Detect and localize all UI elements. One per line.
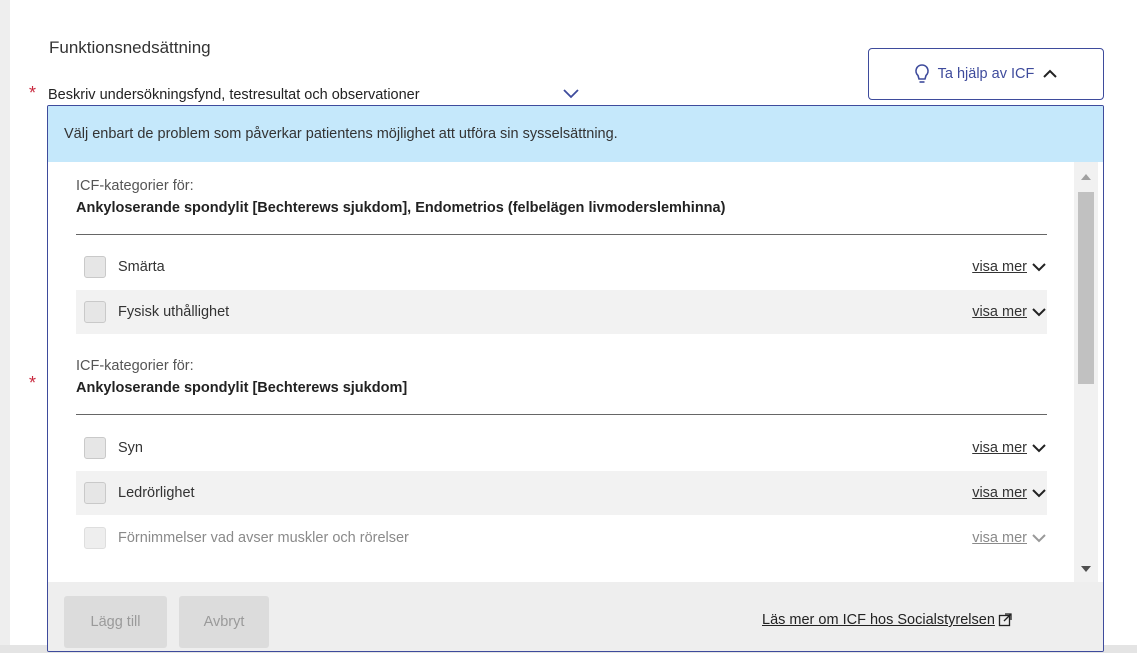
question-label: Beskriv undersökningsfynd, testresultat …	[48, 87, 420, 103]
category-label: Smärta	[118, 259, 165, 275]
category-label: Fysisk uthållighet	[118, 304, 230, 320]
group-diagnoses: Ankyloserande spondylit [Bechterews sjuk…	[76, 200, 726, 216]
chevron-down-icon	[1032, 263, 1046, 272]
show-more-toggle[interactable]: visa mer	[972, 485, 1047, 501]
category-row: Ledrörlighet visa mer	[76, 471, 1047, 515]
category-row: Fysisk uthållighet visa mer	[76, 290, 1047, 334]
scrollbar-thumb[interactable]	[1078, 192, 1094, 384]
show-more-toggle[interactable]: visa mer	[972, 440, 1047, 456]
category-checkbox[interactable]	[84, 527, 106, 549]
icf-help-button-label: Ta hjälp av ICF	[937, 66, 1035, 82]
icf-category-list[interactable]: ICF-kategorier för: Ankyloserande spondy…	[48, 162, 1103, 582]
chevron-down-icon[interactable]	[562, 86, 580, 100]
show-more-toggle[interactable]: visa mer	[972, 530, 1047, 546]
category-row: Syn visa mer	[76, 426, 1047, 470]
socialstyrelsen-link[interactable]: Läs mer om ICF hos Socialstyrelsen	[762, 612, 1012, 628]
lightbulb-icon	[914, 64, 929, 83]
group-divider	[76, 414, 1047, 415]
category-label: Förnimmelser vad avser muskler och rörel…	[118, 530, 409, 546]
chevron-down-icon	[1032, 308, 1046, 317]
external-link-icon	[998, 613, 1012, 627]
section-title: Funktionsnedsättning	[49, 38, 211, 57]
group-subtitle: ICF-kategorier för:	[76, 358, 194, 374]
scroll-down-arrow-icon[interactable]	[1081, 566, 1091, 572]
show-more-label: visa mer	[972, 485, 1027, 501]
add-button[interactable]: Lägg till	[64, 596, 167, 648]
required-marker: *	[29, 83, 37, 103]
show-more-label: visa mer	[972, 530, 1027, 546]
chevron-down-icon	[1032, 444, 1046, 453]
group-divider	[76, 234, 1047, 235]
cancel-button[interactable]: Avbryt	[179, 596, 269, 648]
info-banner: Välj enbart de problem som påverkar pati…	[48, 106, 1103, 162]
popup-footer: Lägg till Avbryt Läs mer om ICF hos Soci…	[48, 582, 1103, 651]
category-label: Syn	[118, 440, 143, 456]
group-subtitle: ICF-kategorier för:	[76, 178, 194, 194]
show-more-label: visa mer	[972, 304, 1027, 320]
show-more-toggle[interactable]: visa mer	[972, 259, 1047, 275]
socialstyrelsen-link-label: Läs mer om ICF hos Socialstyrelsen	[762, 612, 995, 628]
show-more-label: visa mer	[972, 259, 1027, 275]
category-checkbox[interactable]	[84, 301, 106, 323]
group-header: ICF-kategorier för: Ankyloserande spondy…	[76, 358, 407, 396]
category-row: Förnimmelser vad avser muskler och rörel…	[76, 516, 1047, 560]
show-more-toggle[interactable]: visa mer	[972, 304, 1047, 320]
icf-help-button[interactable]: Ta hjälp av ICF	[868, 48, 1104, 100]
chevron-down-icon	[1032, 534, 1046, 543]
category-label: Ledrörlighet	[118, 485, 195, 501]
category-checkbox[interactable]	[84, 256, 106, 278]
category-row: Smärta visa mer	[76, 245, 1047, 289]
category-checkbox[interactable]	[84, 482, 106, 504]
group-header: ICF-kategorier för: Ankyloserande spondy…	[76, 178, 725, 216]
chevron-down-icon	[1032, 489, 1046, 498]
scroll-up-arrow-icon[interactable]	[1081, 174, 1091, 180]
scrollbar[interactable]	[1074, 162, 1098, 582]
group-diagnoses: Ankyloserande spondylit [Bechterews sjuk…	[76, 380, 408, 396]
category-checkbox[interactable]	[84, 437, 106, 459]
chevron-up-icon	[1043, 69, 1058, 78]
required-marker-second: *	[29, 373, 37, 393]
show-more-label: visa mer	[972, 440, 1027, 456]
icf-popup: Välj enbart de problem som påverkar pati…	[47, 105, 1104, 652]
